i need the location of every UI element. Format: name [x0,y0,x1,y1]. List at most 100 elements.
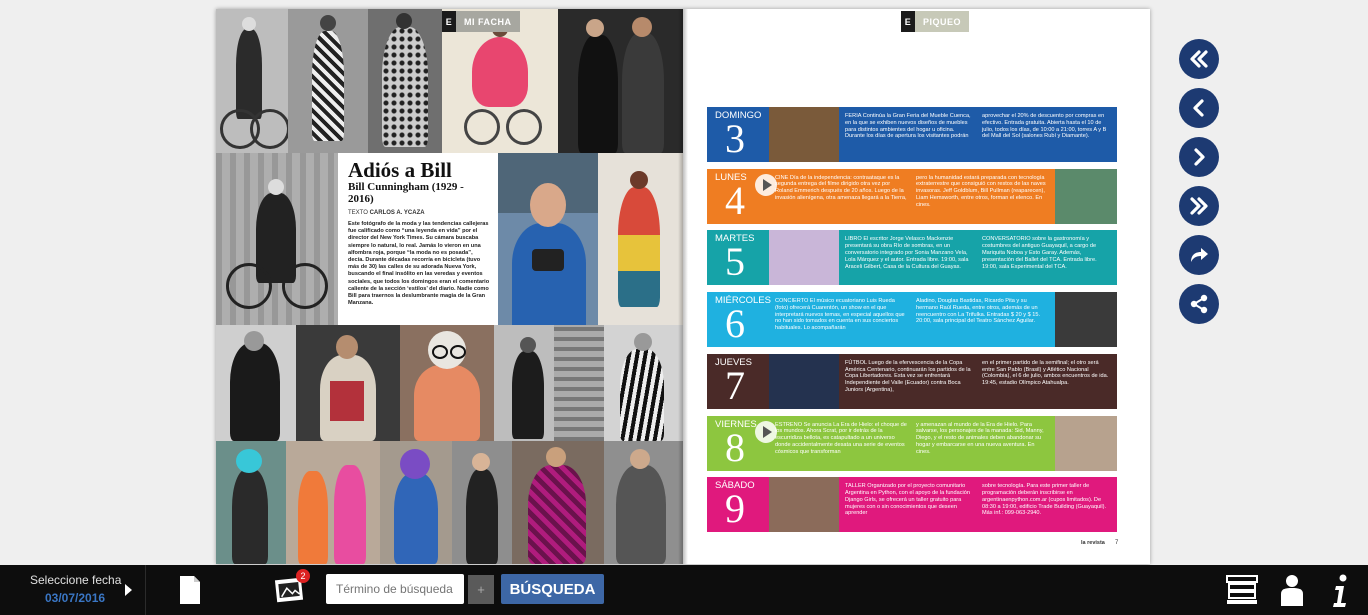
user-account-button[interactable] [1279,574,1305,611]
event-text-col1: ESTRENO Se anuncia La Era de Hielo: el c… [775,421,907,455]
play-video-button[interactable] [755,173,777,196]
section-label: MI FACHA [456,11,520,32]
photo-blue-hair [216,441,286,564]
photo-magenta-coat [512,441,604,564]
section-tag-mi-facha: E MI FACHA [442,11,520,32]
agenda-day-row: LUNES 4 CINE Día de la independencia: cont… [707,168,1117,224]
article-box: Adiós a Bill Bill Cunningham (1929 - 201… [338,153,498,325]
newsstand-button[interactable] [1225,574,1259,611]
article-body: Este fotógrafo de la moda y las tendenci… [348,221,490,307]
first-page-button[interactable] [1179,39,1219,79]
event-description: ESTRENO Se anuncia La Era de Hielo: el c… [769,415,1055,471]
section-label: PIQUEO [915,11,970,32]
day-number: 7 [725,362,745,408]
agenda-day-row: JUEVES 7 FÚTBOL Luego de la efervescencia … [707,353,1117,409]
caret-right-icon [125,584,132,596]
page-footer-brand: la revista [1081,540,1105,546]
gallery-button[interactable]: 2 [273,569,310,612]
byline-prefix: TEXTO [348,210,368,216]
photo-striped-coat [604,325,683,441]
photo-iris-apfel [400,325,494,441]
event-photo [1055,168,1117,224]
event-text-col2: y amenazan al mundo de la Era de Hielo. … [916,421,1044,455]
photo-orange-outfits [286,441,380,564]
play-video-button[interactable] [755,420,777,443]
right-page: E PIQUEO DOMINGO 3 FERIA Continúa la Gran … [683,9,1150,564]
agenda-day-row: VIERNES 8 ESTRENO Se anuncia La Era de Hie… [707,415,1117,471]
event-description: FERIA Continúa la Gran Feria del Mueble … [839,107,1117,162]
photo-gray-coat [604,441,683,564]
article-byline: TEXTO CARLOS A. YCAZA [348,210,490,216]
event-text-col2: Aladino, Douglas Bastidas, Ricardo Pita … [916,298,1041,325]
event-text-col1: TALLER Organizado por el proyecto comuni… [845,483,971,517]
event-description: FÚTBOL Luego de la efervescencia de la C… [839,353,1117,409]
left-page: Adiós a Bill Bill Cunningham (1929 - 201… [216,9,683,564]
day-label-box: DOMINGO 3 [707,107,769,162]
section-e-badge: E [442,11,456,32]
event-photo [1055,292,1117,348]
event-description: LIBRO El escritor Jorge Velasco Mackenzi… [839,230,1117,286]
agenda-day-row: MIÉRCOLES 6 CONCIERTO El músico ecuatorian… [707,292,1117,348]
day-label-box: SÁBADO 9 [707,477,769,533]
event-description: CINE Día de la independencia: contraataq… [769,168,1055,224]
day-number: 4 [725,177,745,223]
event-photo [1055,415,1117,471]
page-view-button[interactable] [178,575,202,610]
date-selector-value: 03/07/2016 [45,591,106,605]
previous-page-button[interactable] [1179,88,1219,128]
search-input[interactable] [326,574,464,604]
gallery-count-badge: 2 [296,569,310,583]
article-subtitle: Bill Cunningham (1929 - 2016) [348,181,464,205]
event-text-col2: CONVERSATORIO sobre la gastronomía y cos… [982,236,1097,270]
info-button[interactable] [1331,574,1351,613]
chevron-right-icon [1194,148,1205,166]
day-number: 3 [725,116,745,161]
chevron-left-icon [1193,99,1204,117]
day-number: 9 [725,486,745,532]
search-button[interactable]: BÚSQUEDA [501,574,604,604]
event-text-col1: FERIA Continúa la Gran Feria del Mueble … [845,113,971,140]
bottom-toolbar: Seleccione fecha 03/07/2016 2 [0,565,1368,615]
day-number: 6 [725,301,745,347]
event-description: TALLER Organizado por el proyecto comuni… [839,477,1117,533]
document-icon [180,576,200,604]
event-text-col2: pero la humanidad estará preparada con t… [916,174,1046,208]
photo-couple [558,9,683,153]
page-number: 7 [1115,540,1119,546]
photo-bill-bicycle [216,153,338,325]
date-selector[interactable]: Seleccione fecha 03/07/2016 [0,565,146,615]
newsstand-icon [1226,575,1258,604]
photo-pattern-dress [288,9,368,153]
photo-cyclist [216,9,288,153]
last-page-button[interactable] [1179,186,1219,226]
photo-colorful-outfit [598,153,683,325]
photo-bill-portrait [498,153,598,325]
forward-button[interactable] [1179,235,1219,275]
page-gutter [678,9,688,564]
share-button[interactable] [1179,284,1219,324]
event-text-col1: CONCIERTO El músico ecuatoriano Luis Rue… [775,298,905,332]
photo-purple-hair [380,441,452,564]
day-label-box: MARTES 5 [707,230,769,286]
article-title: Adiós a Bill [348,158,452,182]
next-page-button[interactable] [1179,137,1219,177]
event-text-col1: FÚTBOL Luego de la efervescencia de la C… [845,359,971,393]
double-chevron-left-icon [1190,50,1208,68]
photo-leopard-coat [368,9,442,153]
day-label-box: JUEVES 7 [707,353,769,409]
day-number: 5 [725,239,745,285]
agenda-day-row: DOMINGO 3 FERIA Continúa la Gran Feria del… [707,107,1117,162]
advanced-search-button[interactable]: + [468,575,494,604]
photo-fur-coat [296,325,400,441]
day-number: 8 [725,424,745,470]
double-chevron-right-icon [1190,197,1208,215]
magazine-spread[interactable]: Adiós a Bill Bill Cunningham (1929 - 201… [216,9,1150,564]
photo-street-bw [494,325,604,441]
forward-share-icon [1191,248,1208,262]
date-selector-label: Seleccione fecha [30,573,122,587]
photo-man-suit [452,441,512,564]
event-text-col1: LIBRO El escritor Jorge Velasco Mackenzi… [845,236,969,270]
agenda-day-row: SÁBADO 9 TALLER Organizado por el proyecto… [707,477,1117,533]
info-icon [1333,574,1347,607]
day-label-box: MIÉRCOLES 6 [707,292,771,348]
